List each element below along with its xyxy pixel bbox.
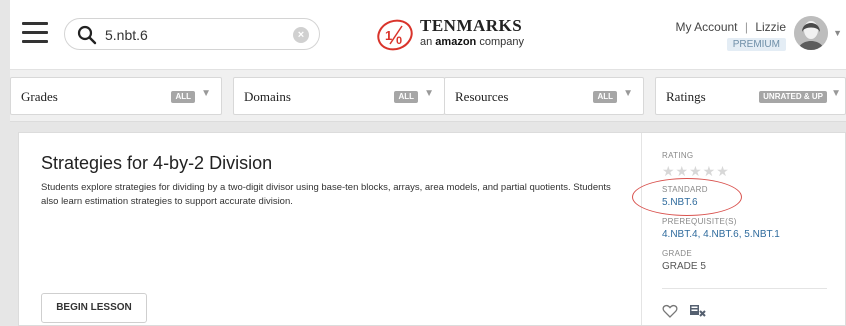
my-account-link[interactable]: My Account (675, 20, 737, 34)
tenmarks-logo[interactable]: 1 0 TENMARKS an amazon company (376, 12, 526, 56)
account-area: My Account | Lizzie PREMIUM (675, 20, 786, 51)
top-bar: × 1 0 TENMARKS an amazon company My Acco… (10, 0, 846, 70)
chevron-down-icon: ▼ (201, 88, 211, 99)
remove-bookmark-icon[interactable] (690, 304, 706, 318)
clear-search-icon[interactable]: × (293, 27, 309, 43)
chevron-down-icon: ▼ (424, 88, 434, 99)
search-box[interactable]: × (64, 18, 320, 50)
logo-title: TENMARKS (420, 16, 523, 35)
filter-domains[interactable]: Domains ALL ▼ (233, 77, 445, 115)
rating-label: RATING (662, 151, 694, 160)
lesson-description: Students explore strategies for dividing… (41, 182, 611, 207)
search-input[interactable] (105, 25, 285, 45)
filter-domains-label: Domains (244, 89, 291, 104)
search-icon (77, 25, 97, 45)
lesson-details-panel: RATING ★★★★★ STANDARD 5.NBT.6 PREREQUISI… (632, 133, 846, 325)
premium-badge: PREMIUM (726, 38, 786, 51)
filter-resources-badge: ALL (593, 91, 617, 103)
standard-label: STANDARD (662, 185, 708, 194)
grade-label: GRADE (662, 249, 692, 258)
begin-lesson-button[interactable]: BEGIN LESSON (41, 293, 147, 323)
logo-subtitle: an amazon company (420, 36, 524, 48)
avatar[interactable] (794, 16, 828, 50)
svg-text:1: 1 (385, 28, 392, 43)
filter-ratings-badge: UNRATED & UP (759, 91, 827, 103)
filter-grades[interactable]: Grades ALL ▼ (10, 77, 222, 115)
filter-grades-label: Grades (21, 89, 58, 104)
lesson-title[interactable]: Strategies for 4-by-2 Division (41, 153, 272, 174)
user-avatar-icon (794, 16, 828, 50)
filter-resources[interactable]: Resources ALL ▼ (444, 77, 644, 115)
standard-link[interactable]: 5.NBT.6 (662, 197, 698, 208)
tenmarks-logo-mark-icon: 1 0 (377, 19, 413, 51)
chevron-down-icon: ▼ (831, 88, 841, 99)
lesson-card: Strategies for 4-by-2 Division Students … (18, 132, 846, 326)
prerequisites-links[interactable]: 4.NBT.4, 4.NBT.6, 5.NBT.1 (662, 229, 780, 240)
user-name-link[interactable]: Lizzie (755, 20, 786, 34)
filter-grades-badge: ALL (171, 91, 195, 103)
heart-icon[interactable] (662, 303, 678, 319)
prerequisites-label: PREREQUISITE(S) (662, 217, 737, 226)
chevron-down-icon: ▼ (623, 88, 633, 99)
filter-ratings[interactable]: Ratings UNRATED & UP ▼ (655, 77, 846, 115)
filter-ratings-label: Ratings (666, 89, 706, 104)
account-separator: | (744, 20, 748, 34)
grade-value: GRADE 5 (662, 261, 706, 272)
filter-domains-badge: ALL (394, 91, 418, 103)
svg-text:0: 0 (396, 35, 402, 47)
panel-divider (662, 288, 827, 289)
account-dropdown-caret-icon[interactable]: ▼ (833, 28, 842, 38)
hamburger-menu-icon[interactable] (22, 22, 48, 44)
filter-bar: Grades ALL ▼ Domains ALL ▼ Resources ALL… (10, 70, 846, 122)
filter-resources-label: Resources (455, 89, 509, 104)
